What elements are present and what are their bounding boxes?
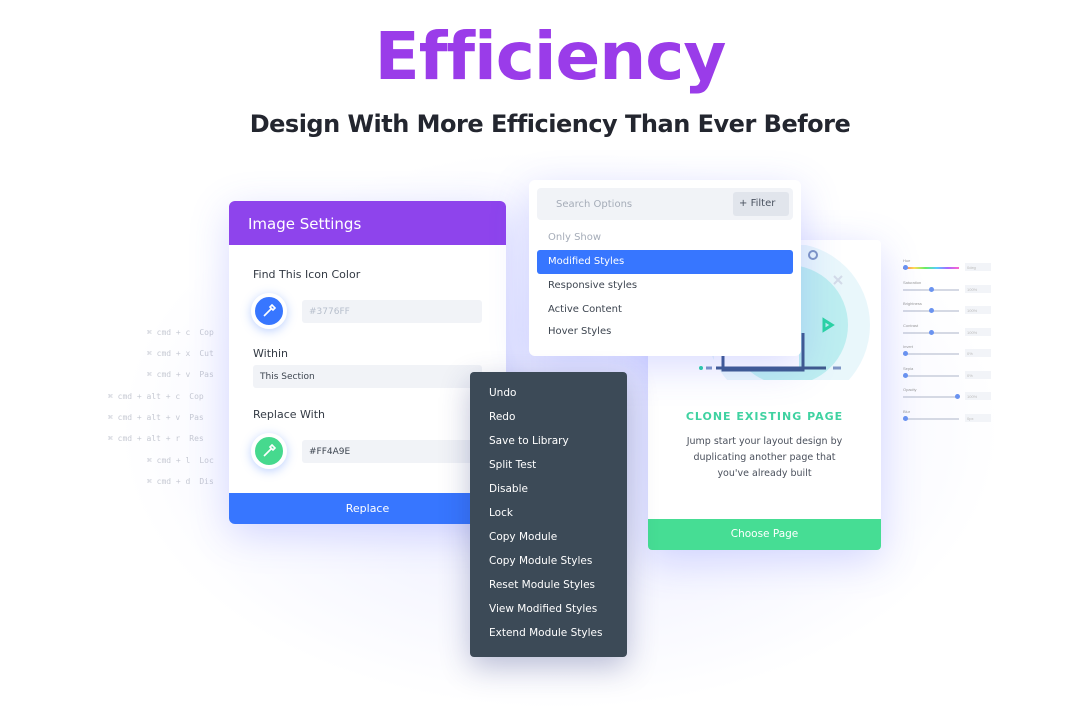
filter-slider-row: Saturation 100% xyxy=(903,280,995,293)
shortcut-keys: ⌘ cmd + d xyxy=(147,477,191,486)
filter-slider-row: Blur 0px xyxy=(903,409,995,422)
filter-slider-row: Contrast 100% xyxy=(903,323,995,336)
context-menu-item[interactable]: Redo xyxy=(489,411,515,423)
filter-label: Filter xyxy=(750,198,776,209)
plus-icon: + xyxy=(739,198,751,209)
shortcut-label: Res xyxy=(189,434,204,443)
find-color-picker[interactable] xyxy=(251,293,287,329)
replace-with-label: Replace With xyxy=(253,408,325,421)
find-color-field[interactable]: #3776FF xyxy=(302,300,482,323)
search-options-panel: Search Options + Filter Only Show Modifi… xyxy=(529,180,801,356)
within-select[interactable]: This Section xyxy=(253,365,482,388)
context-menu-item[interactable]: Extend Module Styles xyxy=(489,627,602,639)
shortcut-label: Cop xyxy=(199,328,214,337)
filter-button[interactable]: + Filter xyxy=(733,192,789,216)
eyedropper-icon xyxy=(263,304,276,317)
shortcut-keys: ⌘ cmd + v xyxy=(147,370,191,379)
filter-slider-handle[interactable] xyxy=(929,329,934,335)
shortcut-label: Cop xyxy=(189,392,204,401)
filter-slider-value[interactable]: 100% xyxy=(965,392,991,400)
filter-slider-track[interactable] xyxy=(903,374,959,377)
page-subtitle: Design With More Efficiency Than Ever Be… xyxy=(249,110,851,138)
option-active-content[interactable]: Active Content xyxy=(537,298,793,322)
replace-color-field[interactable]: #FF4A9E xyxy=(302,440,482,463)
filter-slider-handle[interactable] xyxy=(903,372,908,378)
filter-slider-value[interactable]: 0% xyxy=(965,349,991,357)
shortcut-row: ⌘ cmd + alt + v Pas xyxy=(108,413,213,422)
search-placeholder: Search Options xyxy=(556,199,633,210)
shortcut-keys: ⌘ cmd + c xyxy=(147,328,191,337)
filter-slider-track[interactable] xyxy=(903,417,959,420)
shortcut-label: Pas xyxy=(189,413,204,422)
clone-description: Jump start your layout design by duplica… xyxy=(686,436,843,479)
context-menu: Undo Redo Save to Library Split Test Disable… xyxy=(470,372,627,657)
shortcut-row: ⌘ cmd + x Cut xyxy=(147,349,223,358)
context-menu-item[interactable]: Split Test xyxy=(489,459,536,471)
option-modified-styles[interactable]: Modified Styles xyxy=(537,250,793,274)
choose-page-button[interactable]: Choose Page xyxy=(648,519,881,550)
filter-slider-handle[interactable] xyxy=(903,415,908,421)
shortcut-row: ⌘ cmd + d Dis xyxy=(147,477,223,486)
context-menu-item[interactable]: Undo xyxy=(489,387,516,399)
filter-slider-value[interactable]: 0deg xyxy=(965,263,991,271)
filter-slider-value[interactable]: 100% xyxy=(965,327,991,336)
context-menu-item[interactable]: Disable xyxy=(489,483,528,495)
context-menu-item[interactable]: Save to Library xyxy=(489,435,569,447)
shortcut-row: ⌘ cmd + c Cop xyxy=(147,328,223,337)
shortcut-row: ⌘ cmd + alt + c Cop xyxy=(108,392,213,401)
shortcut-keys: ⌘ cmd + alt + r xyxy=(108,434,181,443)
shortcut-label: Loc xyxy=(199,456,214,465)
filter-slider-track[interactable] xyxy=(903,267,959,269)
image-settings-title: Image Settings xyxy=(229,201,506,245)
filter-slider-handle[interactable] xyxy=(903,351,908,356)
context-menu-item[interactable]: Copy Module Styles xyxy=(489,555,592,567)
context-menu-item[interactable]: Lock xyxy=(489,507,513,519)
filter-slider-track[interactable] xyxy=(903,353,959,355)
filter-slider-row: Hue 0deg xyxy=(903,258,995,271)
shortcut-label: Dis xyxy=(199,477,214,486)
filter-slider-handle[interactable] xyxy=(903,265,908,270)
shortcut-keys: ⌘ cmd + alt + c xyxy=(108,392,181,401)
option-responsive-styles[interactable]: Responsive styles xyxy=(537,274,793,298)
context-menu-item[interactable]: Copy Module xyxy=(489,531,557,543)
shortcut-label: Cut xyxy=(199,349,214,358)
filter-slider-handle[interactable] xyxy=(929,286,934,292)
find-color-label: Find This Icon Color xyxy=(253,268,361,281)
clone-title: CLONE EXISTING PAGE xyxy=(685,410,844,423)
filter-slider-value[interactable]: 0px xyxy=(965,413,991,422)
only-show-heading: Only Show xyxy=(548,232,602,243)
shortcut-row: ⌘ cmd + v Pas xyxy=(147,370,223,379)
shortcut-keys: ⌘ cmd + l xyxy=(147,456,191,465)
shortcut-row: ⌘ cmd + alt + r Res xyxy=(108,434,213,443)
shortcut-keys: ⌘ cmd + alt + v xyxy=(108,413,181,422)
filter-slider-row: Invert 0% xyxy=(903,344,995,357)
option-hover-styles[interactable]: Hover Styles xyxy=(537,320,793,344)
context-menu-item[interactable]: Reset Module Styles xyxy=(489,579,595,591)
search-input[interactable]: Search Options + Filter xyxy=(537,188,793,220)
within-label: Within xyxy=(253,347,289,360)
shortcut-keys: ⌘ cmd + x xyxy=(147,349,191,358)
filter-slider-handle[interactable] xyxy=(929,308,934,313)
replace-color-picker[interactable] xyxy=(251,433,287,469)
filter-slider-track[interactable] xyxy=(903,396,959,398)
image-settings-card: Image Settings Find This Icon Color #377… xyxy=(229,201,506,524)
filter-slider-row: Opacity 100% xyxy=(903,387,995,400)
page-title: Efficiency xyxy=(374,18,727,95)
filter-slider-value[interactable]: 100% xyxy=(965,306,991,314)
context-menu-item[interactable]: View Modified Styles xyxy=(489,603,597,615)
shortcut-label: Pas xyxy=(199,370,214,379)
filter-slider-row: Sepia 0% xyxy=(903,366,995,379)
filter-slider-value[interactable]: 0% xyxy=(965,370,991,379)
filter-slider-handle[interactable] xyxy=(955,394,960,399)
replace-button[interactable]: Replace xyxy=(229,493,506,524)
filter-slider-value[interactable]: 100% xyxy=(965,284,991,293)
filter-slider-row: Brightness 100% xyxy=(903,301,995,314)
shortcut-row: ⌘ cmd + l Loc xyxy=(147,456,223,465)
eyedropper-icon xyxy=(263,444,276,457)
